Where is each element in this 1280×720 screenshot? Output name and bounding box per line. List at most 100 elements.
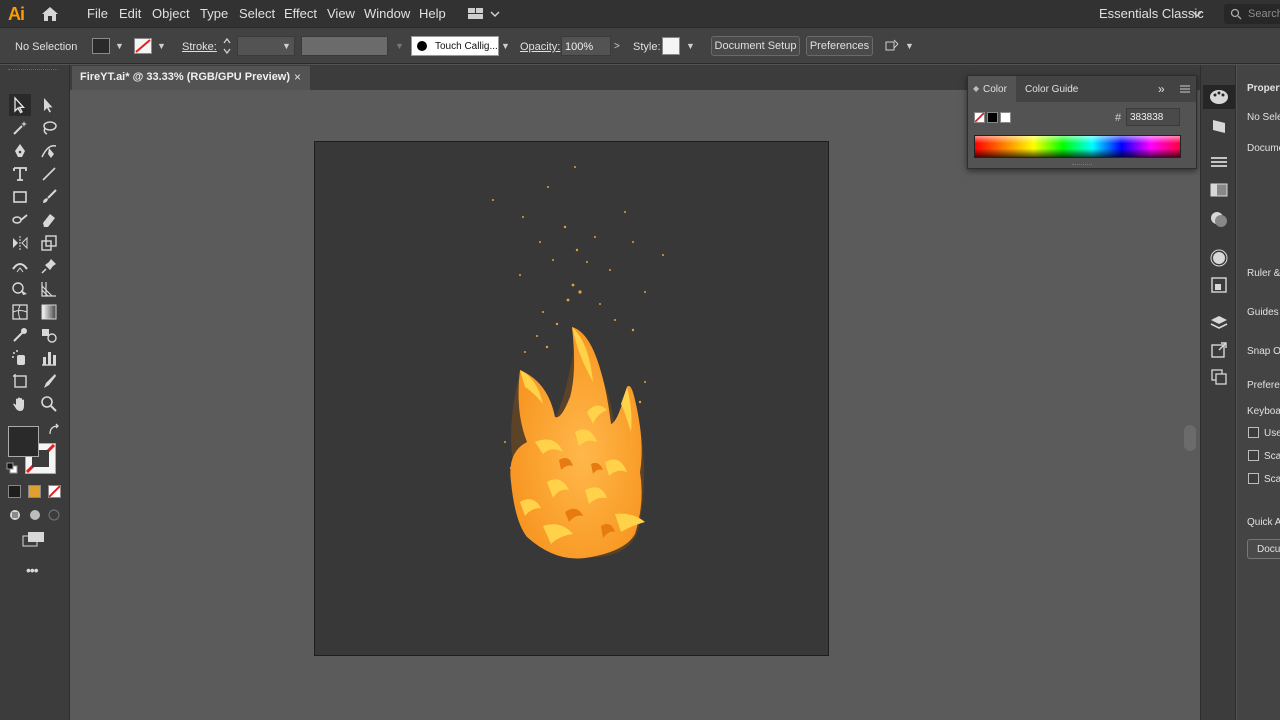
perspective-grid-tool[interactable] [38,278,60,300]
swap-fill-stroke-icon[interactable] [47,423,61,437]
none-mode-button[interactable] [48,485,61,498]
variable-width-profile[interactable] [301,36,388,56]
chevron-down-icon[interactable]: ▼ [501,41,510,51]
color-mode-button[interactable] [8,485,21,498]
menu-edit[interactable]: Edit [119,6,141,21]
menu-object[interactable]: Object [152,6,190,21]
magic-wand-tool[interactable] [9,117,31,139]
selection-tool[interactable] [9,94,31,116]
use-preview-bounds-checkbox[interactable] [1248,427,1259,438]
menu-file[interactable]: File [87,6,108,21]
zoom-tool[interactable] [38,393,60,415]
scale-corners-checkbox[interactable] [1248,450,1259,461]
panel-menu-icon[interactable] [1180,85,1190,93]
black-swatch[interactable] [987,112,998,123]
eraser-tool[interactable] [38,209,60,231]
menu-effect[interactable]: Effect [284,6,317,21]
paintbrush-tool[interactable] [38,186,60,208]
stroke-panel-icon[interactable] [1210,156,1228,170]
document-tab[interactable]: FireYT.ai* @ 33.33% (RGB/GPU Preview) × [72,66,310,90]
scale-tool[interactable] [38,232,60,254]
graphic-styles-icon[interactable] [1210,276,1228,294]
workspace-switcher[interactable]: Essentials Classic [1099,6,1204,21]
layers-icon[interactable] [1210,314,1228,332]
properties-title[interactable]: Properties [1247,83,1280,94]
white-swatch[interactable] [1000,112,1011,123]
stroke-weight-field[interactable]: ▼ [237,36,295,56]
menu-select[interactable]: Select [239,6,275,21]
collapse-panel-icon[interactable]: » [1158,82,1165,96]
shaper-tool[interactable] [9,209,31,231]
artboard-tool[interactable] [9,370,31,392]
chevron-down-icon[interactable]: ▼ [157,41,166,51]
quick-document-setup-button[interactable]: Document Setup [1247,539,1280,559]
gradient-panel-icon[interactable] [1210,182,1228,198]
line-segment-tool[interactable] [38,163,60,185]
color-spectrum[interactable] [974,135,1181,158]
stepper-icon[interactable] [222,37,232,55]
eyedropper-tool[interactable] [9,324,31,346]
tab-color-label[interactable]: Color [983,84,1007,95]
menu-view[interactable]: View [327,6,355,21]
chevron-right-icon[interactable]: > [614,41,620,52]
stroke-swatch[interactable] [134,38,152,54]
opacity-label[interactable]: Opacity: [520,41,560,53]
draw-modes[interactable] [8,508,64,522]
column-graph-tool[interactable] [38,347,60,369]
appearance-icon[interactable] [1210,249,1228,267]
blend-tool[interactable] [38,324,60,346]
edit-toolbar-icon[interactable]: ••• [26,562,39,578]
slice-tool[interactable] [38,370,60,392]
home-icon[interactable] [40,5,60,23]
artboards-icon[interactable] [1210,368,1228,386]
artboard[interactable] [314,141,829,656]
mesh-tool[interactable] [9,301,31,323]
panel-grip[interactable] [8,69,58,71]
fill-color-swatch-front[interactable] [8,426,39,457]
type-tool[interactable] [9,163,31,185]
menu-window[interactable]: Window [364,6,410,21]
transparency-icon[interactable] [1210,210,1228,228]
arrange-documents-icon[interactable] [467,7,501,21]
width-tool[interactable] [9,255,31,277]
curvature-tool[interactable] [38,140,60,162]
resize-grip[interactable] [1072,164,1092,167]
chevron-down-icon[interactable]: ▼ [905,41,914,51]
chevron-down-icon[interactable]: ▼ [686,41,695,51]
shape-builder-tool[interactable] [9,278,31,300]
menu-help[interactable]: Help [419,6,446,21]
search-box[interactable]: Search [1224,4,1280,24]
arrange-icon[interactable] [884,38,900,54]
palette-icon[interactable] [1209,88,1229,106]
graphic-style-swatch[interactable] [662,37,680,55]
reflect-tool[interactable] [9,232,31,254]
color-guide-icon[interactable] [1210,117,1228,135]
pen-tool[interactable] [9,140,31,162]
panel-options-icon[interactable]: ◆ [973,84,979,93]
gradient-mode-button[interactable] [28,485,41,498]
export-icon[interactable] [1210,341,1228,359]
stroke-label[interactable]: Stroke: [182,41,217,53]
direct-selection-tool[interactable] [38,94,60,116]
symbol-sprayer-tool[interactable] [9,347,31,369]
default-fill-stroke-icon[interactable] [6,462,18,474]
chevron-down-icon[interactable]: ▼ [115,41,124,51]
preferences-button[interactable]: Preferences [806,36,873,56]
document-setup-button[interactable]: Document Setup [711,36,800,56]
chevron-down-icon[interactable] [1192,10,1202,18]
brush-definition-field[interactable]: Touch Callig... [411,36,499,56]
screen-mode-icon[interactable] [22,531,46,547]
gradient-tool[interactable] [38,301,60,323]
close-tab-button[interactable]: × [294,70,301,84]
menu-type[interactable]: Type [200,6,228,21]
opacity-field[interactable]: 100% [561,36,611,56]
puppet-warp-tool[interactable] [38,255,60,277]
fire-artwork[interactable] [315,142,828,655]
scale-strokes-checkbox[interactable] [1248,473,1259,484]
rectangle-tool[interactable] [9,186,31,208]
tab-color-guide-label[interactable]: Color Guide [1025,84,1078,95]
vertical-scrollbar-thumb[interactable] [1184,425,1196,451]
hex-input[interactable]: 383838 [1126,108,1180,126]
lasso-tool[interactable] [38,117,60,139]
none-swatch[interactable] [974,112,985,123]
